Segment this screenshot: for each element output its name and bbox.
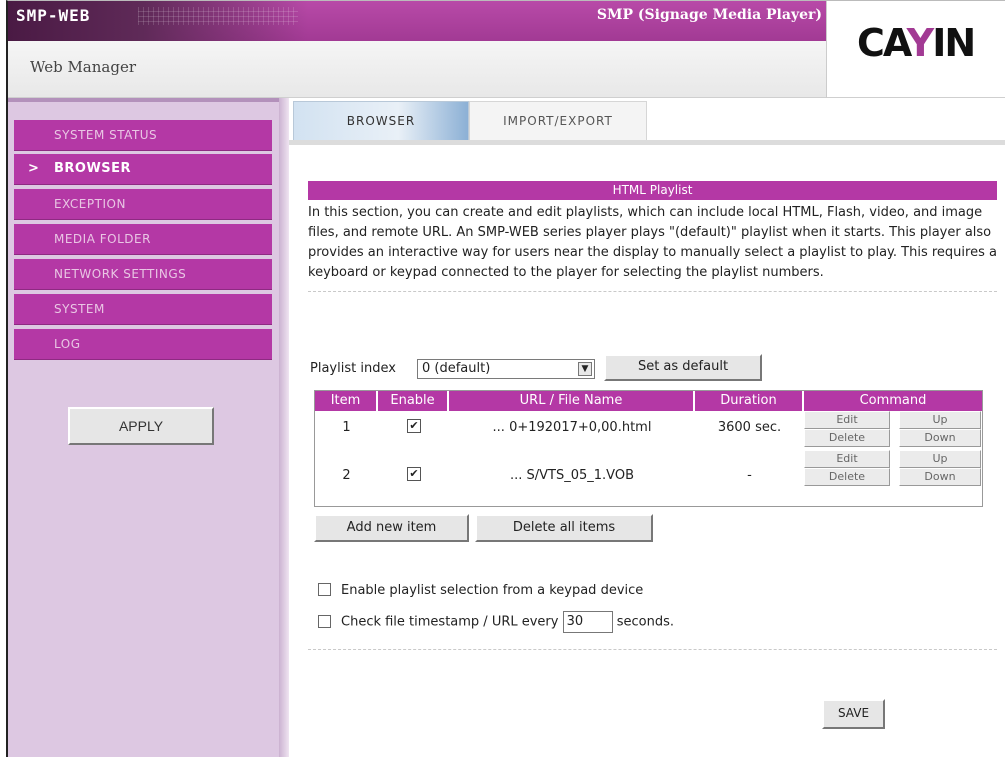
keypad-checkbox[interactable]: [318, 583, 331, 596]
section-title: HTML Playlist: [308, 181, 997, 200]
timestamp-interval-input[interactable]: 30: [562, 611, 613, 633]
web-manager-title: Web Manager: [30, 58, 136, 76]
sidebar-item-label: BROWSER: [54, 161, 132, 176]
apply-button[interactable]: APPLY: [68, 407, 214, 445]
edit-button[interactable]: Edit: [804, 450, 890, 468]
sidebar-item-label: NETWORK SETTINGS: [54, 267, 187, 281]
chevron-down-icon: ▼: [578, 362, 592, 376]
timestamp-suffix-label: seconds.: [616, 614, 675, 630]
timestamp-option-row: Check file timestamp / URL every 30 seco…: [318, 611, 674, 633]
app-title: SMP (Signage Media Player): [596, 7, 822, 23]
keypad-option-label: Enable playlist selection from a keypad …: [341, 583, 644, 598]
tab-browser[interactable]: BROWSER: [293, 101, 469, 140]
set-default-button[interactable]: Set as default: [604, 354, 762, 381]
playlist-index-value: 0 (default): [422, 361, 491, 376]
sidebar: SYSTEM STATUS > BROWSER EXCEPTION MEDIA F…: [8, 98, 279, 757]
brand-name: SMP-WEB: [16, 6, 91, 25]
tab-bar: BROWSER IMPORT/EXPORT: [289, 101, 1005, 145]
table-cell-duration: -: [747, 468, 752, 483]
column-header-url: URL / File Name: [449, 391, 695, 411]
sidebar-item-label: SYSTEM STATUS: [54, 128, 158, 142]
delete-button[interactable]: Delete: [804, 468, 890, 486]
sidebar-item-log[interactable]: LOG: [14, 329, 272, 360]
table-cell-item: 2: [342, 468, 351, 483]
move-down-button[interactable]: Down: [899, 468, 981, 486]
sidebar-item-label: LOG: [54, 337, 81, 351]
tab-import-export[interactable]: IMPORT/EXPORT: [469, 101, 647, 140]
move-up-button[interactable]: Up: [899, 411, 981, 429]
add-item-button[interactable]: Add new item: [314, 514, 469, 542]
table-cell-duration: 3600 sec.: [717, 420, 782, 435]
sidebar-item-exception[interactable]: EXCEPTION: [14, 189, 272, 220]
playlist-table: Item Enable URL / File Name Duration Com…: [314, 390, 983, 507]
column-header-duration: Duration: [695, 391, 804, 411]
sidebar-item-label: SYSTEM: [54, 302, 105, 316]
move-down-button[interactable]: Down: [899, 429, 981, 447]
header-bar: SMP-WEB SMP (Signage Media Player): [8, 1, 826, 41]
sidebar-item-label: MEDIA FOLDER: [54, 232, 151, 246]
sidebar-item-media-folder[interactable]: MEDIA FOLDER: [14, 224, 272, 255]
timestamp-checkbox[interactable]: [318, 614, 331, 628]
enable-checkbox[interactable]: ✔: [407, 419, 421, 433]
logo-area: CAYIN: [826, 1, 1005, 98]
sidebar-shadow: [279, 98, 289, 757]
chevron-right-icon: >: [28, 161, 40, 176]
sidebar-item-network-settings[interactable]: NETWORK SETTINGS: [14, 259, 272, 290]
sidebar-item-system-status[interactable]: SYSTEM STATUS: [14, 120, 272, 151]
sidebar-item-browser[interactable]: > BROWSER: [14, 154, 272, 185]
playlist-index-label: Playlist index: [310, 361, 396, 376]
main-content: HTML Playlist In this section, you can c…: [308, 181, 997, 729]
delete-all-button[interactable]: Delete all items: [475, 514, 653, 542]
table-cell-file: ... 0+192017+0,00.html: [492, 420, 652, 435]
header-subbar: Web Manager: [8, 41, 826, 98]
header-grid-decoration: [138, 7, 298, 25]
cayin-logo: CAYIN: [857, 21, 976, 65]
table-cell-item: 1: [342, 420, 351, 435]
section-description: In this section, you can create and edit…: [308, 205, 997, 280]
sidebar-item-system[interactable]: SYSTEM: [14, 294, 272, 325]
timestamp-prefix-label: Check file timestamp / URL every: [341, 614, 559, 630]
sidebar-item-label: EXCEPTION: [54, 197, 126, 211]
app-window: SMP-WEB SMP (Signage Media Player) Web M…: [6, 0, 1005, 757]
playlist-index-row: Playlist index 0 (default) ▼ Set as defa…: [308, 354, 997, 381]
column-header-item: Item: [315, 391, 378, 411]
column-header-command: Command: [804, 391, 982, 411]
table-cell-file: ... S/VTS_05_1.VOB: [509, 468, 634, 483]
save-button[interactable]: SAVE: [822, 699, 885, 729]
enable-checkbox[interactable]: ✔: [407, 467, 421, 481]
delete-button[interactable]: Delete: [804, 429, 890, 447]
keypad-option-row: Enable playlist selection from a keypad …: [318, 583, 643, 598]
divider: [308, 291, 997, 292]
move-up-button[interactable]: Up: [899, 450, 981, 468]
column-header-enable: Enable: [378, 391, 449, 411]
edit-button[interactable]: Edit: [804, 411, 890, 429]
divider: [308, 649, 997, 650]
playlist-index-select[interactable]: 0 (default) ▼: [417, 359, 595, 379]
